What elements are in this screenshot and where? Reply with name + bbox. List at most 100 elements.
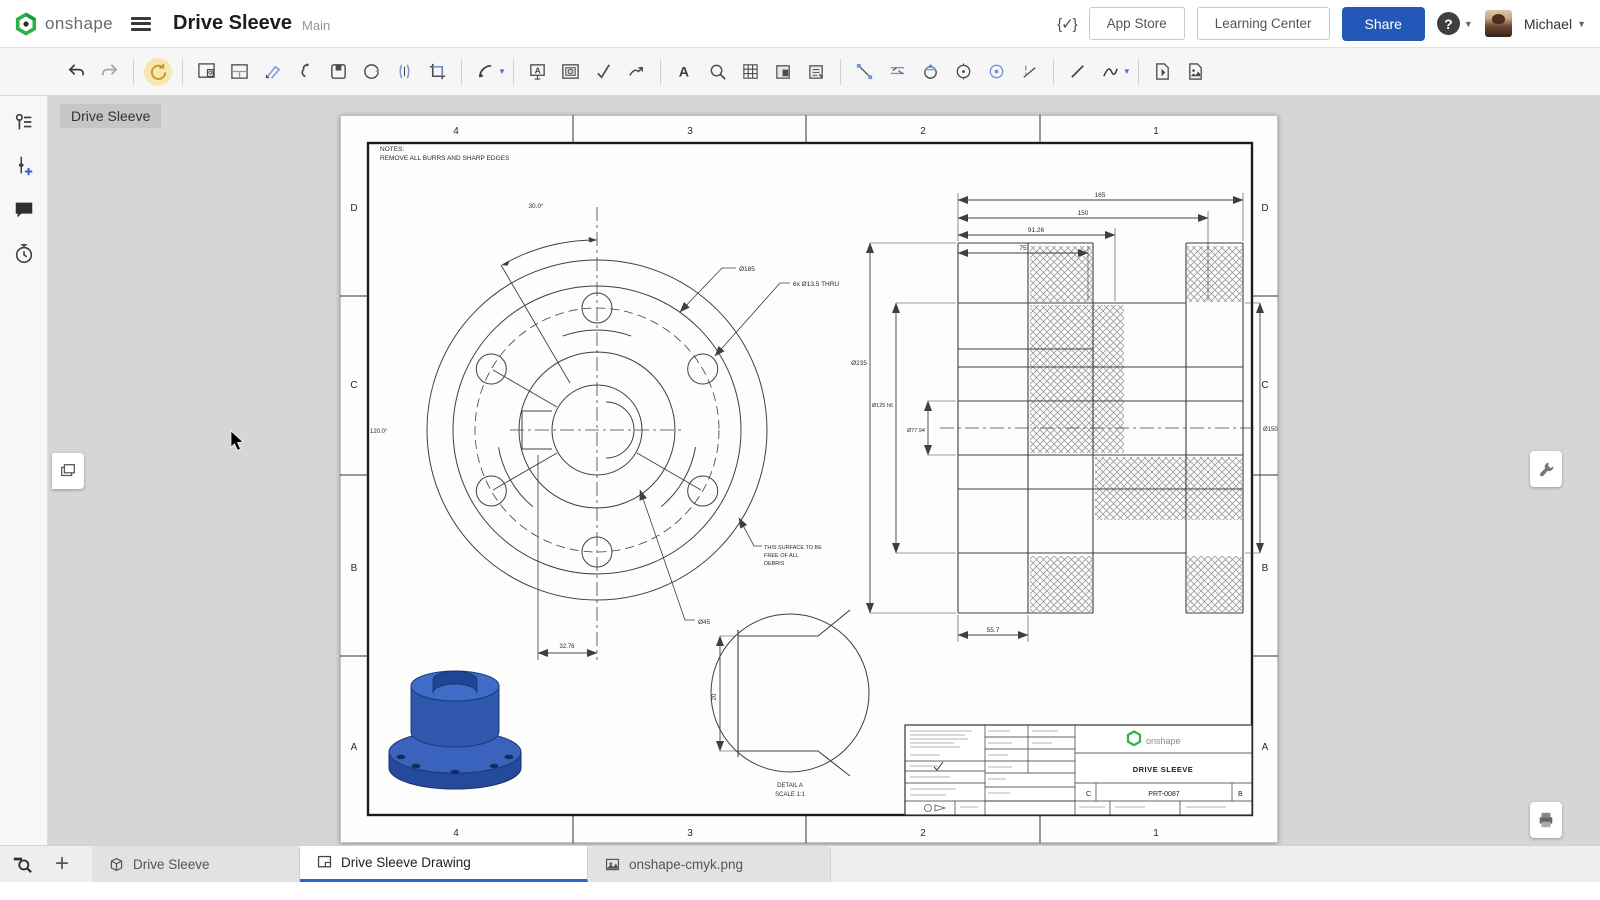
broken-view-button[interactable]	[388, 55, 421, 88]
svg-text:A: A	[679, 64, 689, 80]
dim-label: Ø125 h6	[872, 403, 893, 409]
datum-button[interactable]	[947, 55, 980, 88]
sheet-properties-button[interactable]	[190, 55, 223, 88]
print-panel-toggle[interactable]	[1530, 802, 1562, 838]
front-view-dims: 30.0° 120.0° Ø185 6x Ø13.5 THRU Ø45 32.7…	[370, 202, 839, 650]
svg-text:DEBRIS: DEBRIS	[764, 561, 785, 567]
detail-view[interactable]: 20 DETAIL A SCALE 1:1	[711, 610, 869, 798]
chevron-down-icon: ▼	[1464, 19, 1473, 29]
spline-dropdown[interactable]: ▼	[1123, 67, 1131, 76]
svg-text:A: A	[351, 742, 358, 753]
svg-text:D: D	[350, 203, 357, 214]
projected-view-button[interactable]	[289, 55, 322, 88]
tab-label: onshape-cmyk.png	[629, 857, 743, 872]
tab-drawing[interactable]: Drive Sleeve Drawing	[300, 846, 588, 882]
avatar[interactable]	[1485, 10, 1512, 37]
update-views-button[interactable]	[355, 55, 388, 88]
help-menu[interactable]: ? ▼	[1437, 12, 1473, 35]
left-sidebar	[0, 96, 48, 845]
version-check-icon[interactable]: {✓}	[1057, 15, 1077, 33]
redo-button[interactable]	[93, 55, 126, 88]
drawing-toolbar: ▼ A A ▼	[0, 48, 1600, 96]
app-store-button[interactable]: App Store	[1089, 7, 1185, 40]
view-layout-button[interactable]	[223, 55, 256, 88]
share-button[interactable]: Share	[1342, 7, 1425, 41]
add-tab-button[interactable]: +	[44, 846, 80, 882]
titleblock-part-number: PRT-0087	[1148, 791, 1179, 798]
dimension-panel-icon[interactable]	[12, 154, 36, 178]
svg-text:3: 3	[687, 828, 693, 839]
edit-view-button[interactable]	[256, 55, 289, 88]
detail-scale: SCALE 1:1	[775, 792, 805, 798]
isometric-view[interactable]	[389, 671, 521, 789]
centerline-dim-button[interactable]	[848, 55, 881, 88]
crop-view-button[interactable]	[421, 55, 454, 88]
learning-center-button[interactable]: Learning Center	[1197, 7, 1330, 40]
dim-label: 55.7	[987, 627, 1000, 634]
dim-label: 6x Ø13.5 THRU	[793, 281, 839, 288]
sync-sketch-button[interactable]	[144, 58, 172, 86]
top-bar: onshape Drive Sleeve Main {✓} App Store …	[0, 0, 1600, 48]
drawing-sheet[interactable]: 4321 4321 DCBA DCBA NOTES: REMOVE ALL BU…	[340, 115, 1278, 843]
svg-text:C: C	[1261, 380, 1268, 391]
drawing-notes: NOTES: REMOVE ALL BURRS AND SHARP EDGES	[380, 146, 510, 162]
user-name: Michael	[1524, 16, 1572, 32]
bom-table-button[interactable]	[800, 55, 833, 88]
svg-text:2: 2	[920, 126, 926, 137]
magnifier-button[interactable]	[701, 55, 734, 88]
sheet-chip[interactable]: Drive Sleeve	[60, 104, 161, 128]
surface-finish-button[interactable]	[587, 55, 620, 88]
line-button[interactable]	[1061, 55, 1094, 88]
user-menu[interactable]: Michael ▼	[1524, 16, 1586, 32]
drawing-canvas[interactable]: Drive Sleeve	[48, 96, 1600, 845]
bottom-tab-bar: + Drive Sleeve Drive Sleeve Drawing onsh…	[0, 845, 1600, 882]
note-button[interactable]: A	[521, 55, 554, 88]
titleblock-brand: onshape	[1146, 736, 1181, 746]
ordinate-dim-button[interactable]	[881, 55, 914, 88]
hole-table-button[interactable]	[767, 55, 800, 88]
tools-panel-toggle[interactable]	[1530, 451, 1562, 487]
svg-text:B: B	[1262, 563, 1269, 574]
svg-text:A: A	[1262, 742, 1269, 753]
search-tabs-icon	[12, 854, 32, 874]
titleblock-title: DRIVE SLEEVE	[1133, 765, 1194, 774]
svg-text:FREE OF ALL: FREE OF ALL	[764, 553, 799, 559]
onshape-logo[interactable]: onshape	[14, 12, 113, 36]
gtol-button[interactable]	[914, 55, 947, 88]
undo-button[interactable]	[60, 55, 93, 88]
tab-label: Drive Sleeve	[133, 857, 210, 872]
hamburger-icon[interactable]	[131, 17, 151, 31]
front-view[interactable]	[427, 207, 767, 660]
dimension-dropdown[interactable]: ▼	[498, 67, 506, 76]
search-tabs-button[interactable]	[0, 846, 44, 882]
svg-text:1: 1	[1153, 126, 1159, 137]
export-button[interactable]	[1146, 55, 1179, 88]
svg-text:4: 4	[453, 126, 459, 137]
image-icon	[604, 856, 621, 873]
onshape-logo-icon	[14, 12, 38, 36]
dim-label: Ø235	[851, 360, 867, 367]
inspection-symbol-button[interactable]	[554, 55, 587, 88]
svg-text:D: D	[1261, 203, 1268, 214]
history-icon[interactable]	[12, 242, 36, 266]
tab-image[interactable]: onshape-cmyk.png	[588, 846, 831, 882]
sheets-panel-icon	[59, 462, 77, 480]
part-studio-icon	[108, 856, 125, 873]
feature-list-icon[interactable]	[12, 110, 36, 134]
svg-text:1: 1	[1153, 828, 1159, 839]
saved-view-button[interactable]	[322, 55, 355, 88]
bottom-strip	[0, 882, 1600, 900]
dim-label: 20	[712, 693, 718, 700]
sheets-panel-toggle[interactable]	[52, 453, 84, 489]
table-button[interactable]	[734, 55, 767, 88]
centerline-button[interactable]	[1013, 55, 1046, 88]
weld-symbol-button[interactable]	[620, 55, 653, 88]
export-image-button[interactable]	[1179, 55, 1212, 88]
comment-icon[interactable]	[12, 198, 36, 222]
center-mark-button[interactable]	[980, 55, 1013, 88]
tab-label: Drive Sleeve Drawing	[341, 855, 471, 870]
svg-text:REMOVE ALL BURRS AND SHARP EDG: REMOVE ALL BURRS AND SHARP EDGES	[380, 155, 510, 162]
text-button[interactable]: A	[668, 55, 701, 88]
tab-part-studio[interactable]: Drive Sleeve	[92, 846, 300, 882]
dim-label: 32.76	[559, 644, 575, 650]
